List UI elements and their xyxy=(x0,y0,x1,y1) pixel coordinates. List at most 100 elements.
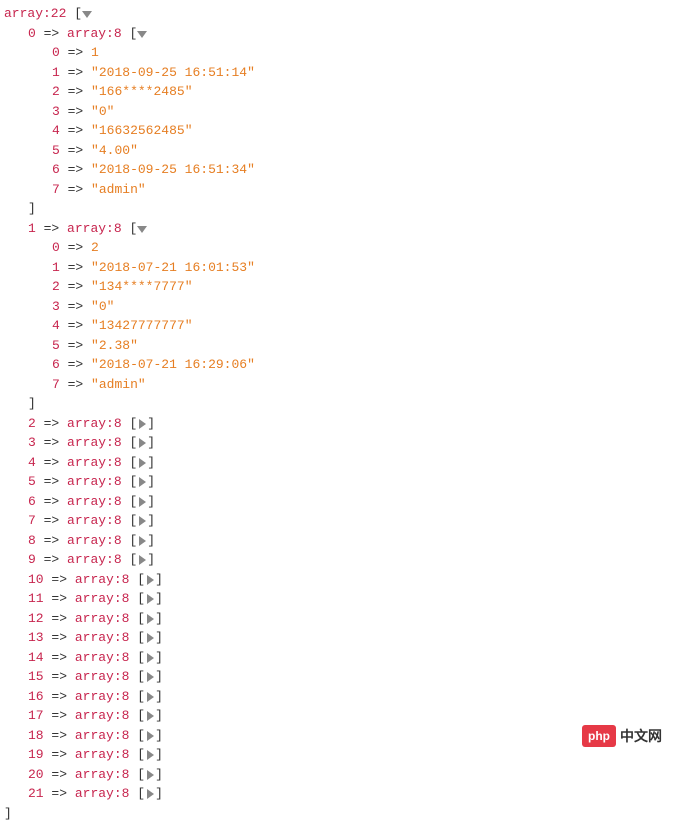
collapse-toggle-icon[interactable] xyxy=(137,222,147,239)
array-entry-collapsed: 17 => array:8 [] xyxy=(4,706,673,726)
expand-toggle-icon[interactable] xyxy=(137,417,147,434)
arrow: => xyxy=(44,416,60,431)
string-value: 134****7777 xyxy=(99,279,185,294)
string-value: " xyxy=(130,338,138,353)
expand-toggle-icon[interactable] xyxy=(145,573,155,590)
open-bracket: [ xyxy=(74,6,82,21)
close-bracket: ] xyxy=(147,455,155,470)
array-type: array:8 xyxy=(67,552,122,567)
string-value: 16632562485 xyxy=(99,123,185,138)
arrow: => xyxy=(51,728,67,743)
array-entry: 0 => array:8 [ xyxy=(4,24,673,44)
arrow: => xyxy=(44,221,60,236)
watermark-badge: php xyxy=(582,725,616,747)
arrow: => xyxy=(44,494,60,509)
string-value: 2018-09-25 16:51:34 xyxy=(99,162,247,177)
open-bracket: [ xyxy=(129,416,137,431)
close-bracket: ] xyxy=(147,474,155,489)
expand-toggle-icon[interactable] xyxy=(145,651,155,668)
arrow: => xyxy=(68,182,84,197)
string-value: " xyxy=(91,123,99,138)
item-key: 0 xyxy=(52,240,60,255)
arrow: => xyxy=(68,84,84,99)
expand-toggle-icon[interactable] xyxy=(145,670,155,687)
array-type: array:8 xyxy=(75,747,130,762)
watermark: php 中文网 xyxy=(582,725,662,747)
arrow: => xyxy=(51,747,67,762)
string-value: " xyxy=(247,260,255,275)
expand-toggle-icon[interactable] xyxy=(137,534,147,551)
array-type: array:8 xyxy=(67,221,122,236)
string-value: " xyxy=(107,299,115,314)
expand-toggle-icon[interactable] xyxy=(137,514,147,531)
close-bracket: ] xyxy=(155,689,163,704)
open-bracket: [ xyxy=(129,221,137,236)
open-bracket: [ xyxy=(137,611,145,626)
expand-toggle-icon[interactable] xyxy=(137,475,147,492)
array-entry-collapsed: 8 => array:8 [] xyxy=(4,531,673,551)
string-value: " xyxy=(91,143,99,158)
item-key: 1 xyxy=(52,65,60,80)
array-entry-collapsed: 13 => array:8 [] xyxy=(4,628,673,648)
array-type: array:8 xyxy=(75,611,130,626)
arrow: => xyxy=(44,533,60,548)
close-bracket: ] xyxy=(155,669,163,684)
array-item: 3 => "0" xyxy=(4,102,673,122)
open-bracket: [ xyxy=(129,26,137,41)
array-entry-collapsed: 12 => array:8 [] xyxy=(4,609,673,629)
expand-toggle-icon[interactable] xyxy=(145,612,155,629)
arrow: => xyxy=(68,377,84,392)
close-bracket: ] xyxy=(147,435,155,450)
string-value: " xyxy=(91,318,99,333)
string-value: " xyxy=(91,357,99,372)
expand-toggle-icon[interactable] xyxy=(137,553,147,570)
array-item: 1 => "2018-09-25 16:51:14" xyxy=(4,63,673,83)
expand-toggle-icon[interactable] xyxy=(137,436,147,453)
close-bracket: ] xyxy=(28,201,36,216)
expand-toggle-icon[interactable] xyxy=(145,768,155,785)
item-key: 7 xyxy=(52,377,60,392)
string-value: " xyxy=(185,84,193,99)
item-key: 6 xyxy=(52,162,60,177)
arrow: => xyxy=(68,318,84,333)
expand-toggle-icon[interactable] xyxy=(145,631,155,648)
array-entry-collapsed: 7 => array:8 [] xyxy=(4,511,673,531)
expand-toggle-icon[interactable] xyxy=(137,495,147,512)
array-entry-collapsed: 6 => array:8 [] xyxy=(4,492,673,512)
array-item: 7 => "admin" xyxy=(4,180,673,200)
arrow: => xyxy=(68,45,84,60)
string-value: " xyxy=(91,279,99,294)
string-value: " xyxy=(91,104,99,119)
array-type: array:8 xyxy=(75,689,130,704)
collapse-toggle-icon[interactable] xyxy=(137,27,147,44)
open-bracket: [ xyxy=(137,650,145,665)
array-type: array:8 xyxy=(75,591,130,606)
open-bracket: [ xyxy=(137,630,145,645)
string-value: " xyxy=(91,162,99,177)
arrow: => xyxy=(68,240,84,255)
number-value: 2 xyxy=(91,240,99,255)
array-item: 7 => "admin" xyxy=(4,375,673,395)
arrow: => xyxy=(68,338,84,353)
close-bracket: ] xyxy=(155,728,163,743)
collapse-toggle-icon[interactable] xyxy=(82,7,92,24)
entry-key: 19 xyxy=(28,747,44,762)
array-item: 3 => "0" xyxy=(4,297,673,317)
expand-toggle-icon[interactable] xyxy=(145,592,155,609)
arrow: => xyxy=(51,786,67,801)
expand-toggle-icon[interactable] xyxy=(145,787,155,804)
close-bracket: ] xyxy=(155,650,163,665)
expand-toggle-icon[interactable] xyxy=(145,748,155,765)
expand-toggle-icon[interactable] xyxy=(145,709,155,726)
debug-dump: array:22 [0 => array:8 [0 => 11 => "2018… xyxy=(4,4,673,823)
array-type: array:8 xyxy=(75,728,130,743)
string-value: " xyxy=(185,123,193,138)
expand-toggle-icon[interactable] xyxy=(145,729,155,746)
expand-toggle-icon[interactable] xyxy=(137,456,147,473)
open-bracket: [ xyxy=(137,747,145,762)
entry-key: 18 xyxy=(28,728,44,743)
array-item: 2 => "166****2485" xyxy=(4,82,673,102)
array-type: array:8 xyxy=(75,786,130,801)
expand-toggle-icon[interactable] xyxy=(145,690,155,707)
item-key: 0 xyxy=(52,45,60,60)
